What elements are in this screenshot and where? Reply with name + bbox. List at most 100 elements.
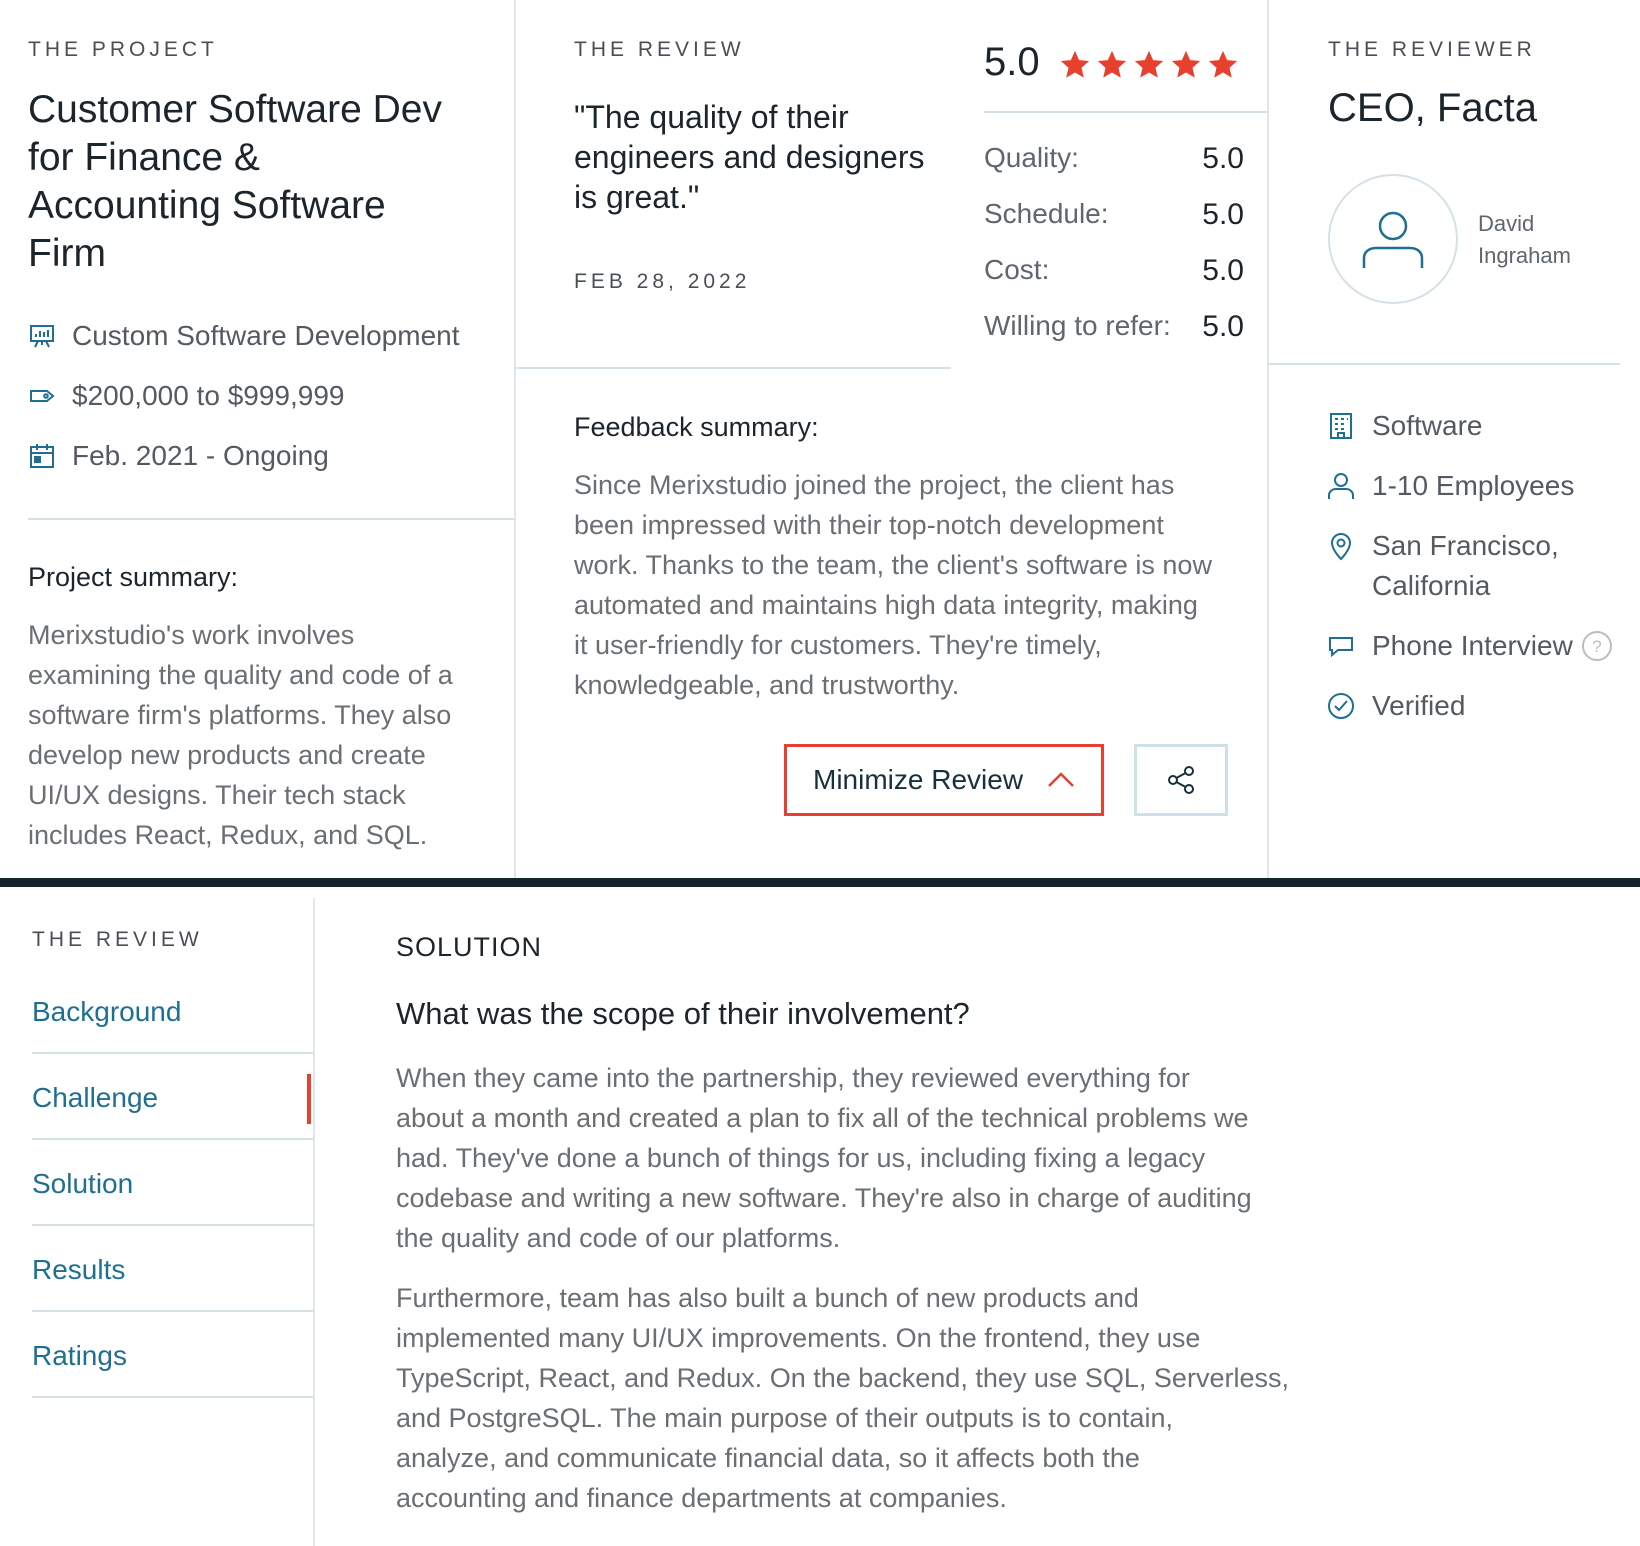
separator [32,1310,314,1312]
answer-line: and PostgreSQL. The main purpose of thei… [396,1398,1296,1438]
nav-item-results[interactable]: Results [32,1254,125,1286]
price-tag-icon [28,382,56,410]
project-budget: $200,000 to $999,999 [28,380,344,412]
feedback-summary-text: Since Merixstudio joined the project, th… [574,465,1244,705]
location-line: California [1372,566,1559,606]
avatar [1328,174,1458,304]
calendar-icon [28,442,56,470]
project-summary-text: Merixstudio's work involves examining th… [28,615,508,855]
star-icon [1206,48,1240,82]
location-pin-icon [1326,531,1356,561]
answer-line: When they came into the partnership, the… [396,1058,1296,1098]
separator [1267,363,1620,365]
project-title: Customer Software Dev for Finance & Acco… [28,86,498,278]
column-divider [1267,0,1269,878]
solution-question: What was the scope of their involvement? [396,996,970,1032]
reviewer-interview-type: Phone Interview ? [1326,626,1626,686]
rating-row-quality: Quality: 5.0 [984,142,1244,198]
rating-label: Schedule: [984,198,1109,254]
rating-label: Cost: [984,254,1049,310]
separator [32,1138,314,1140]
quote-line: is great." [574,177,944,217]
verified-check-icon [1326,691,1356,721]
building-icon [1326,411,1356,441]
reviewer-size-label: 1-10 Employees [1372,466,1574,506]
help-icon[interactable]: ? [1581,630,1613,662]
separator [32,1052,314,1054]
feedback-line: work. Thanks to the team, the client's s… [574,545,1244,585]
project-service-label: Custom Software Development [72,320,460,352]
nav-item-background[interactable]: Background [32,996,181,1028]
star-icon [1132,48,1166,82]
chevron-up-icon [1047,771,1075,789]
reviewer-name: David Ingraham [1478,208,1571,272]
reviewer-eyebrow: THE REVIEWER [1328,38,1536,62]
answer-line: the quality and code of our platforms. [396,1218,1296,1258]
reviewer-title: CEO, Facta [1328,86,1537,131]
review-quote: "The quality of their engineers and desi… [574,97,944,217]
solution-answer-paragraph-2: Furthermore, team has also built a bunch… [396,1278,1296,1518]
summary-line: examining the quality and code of a [28,655,508,695]
review-date: FEB 28, 2022 [574,270,750,294]
column-divider [514,0,516,878]
reviewer-industry-label: Software [1372,406,1483,446]
reviewer-location-label: San Francisco, California [1372,526,1559,606]
person-icon [1326,471,1356,501]
rating-row-schedule: Schedule: 5.0 [984,198,1244,254]
answer-line: TypeScript, React, and Redux. On the bac… [396,1358,1296,1398]
svg-text:?: ? [1592,637,1601,656]
nav-item-solution[interactable]: Solution [32,1168,133,1200]
review-eyebrow: THE REVIEW [574,38,745,62]
feedback-line: Since Merixstudio joined the project, th… [574,465,1244,505]
location-line: San Francisco, [1372,526,1559,566]
feedback-summary-heading: Feedback summary: [574,412,819,443]
project-summary-heading: Project summary: [28,562,238,593]
feedback-line: it user-friendly for customers. They're … [574,625,1244,665]
star-icon [1058,48,1092,82]
reviewer-info-list: Software 1-10 Employees San Francisco, C… [1326,406,1626,746]
answer-line: about a month and created a plan to fix … [396,1098,1296,1138]
rating-row-cost: Cost: 5.0 [984,254,1244,310]
separator [984,111,1267,113]
share-button[interactable] [1134,744,1228,816]
rating-label: Quality: [984,142,1079,198]
star-icon [1169,48,1203,82]
minimize-review-label: Minimize Review [813,764,1023,796]
answer-line: implemented many UI/UX improvements. On … [396,1318,1296,1358]
review-nav-eyebrow: THE REVIEW [32,928,203,952]
minimize-review-button[interactable]: Minimize Review [784,744,1104,816]
presentation-chart-icon [28,322,56,350]
project-title-line: Customer Software Dev [28,86,498,134]
reviewer-industry: Software [1326,406,1626,466]
project-title-line: for Finance & [28,134,498,182]
user-icon [1360,206,1426,272]
nav-item-ratings[interactable]: Ratings [32,1340,127,1372]
feedback-line: knowledgeable, and trustworthy. [574,665,1244,705]
project-title-line: Firm [28,230,498,278]
ratings-list: Quality: 5.0 Schedule: 5.0 Cost: 5.0 Wil… [984,142,1244,366]
review-card: THE PROJECT Customer Software Dev for Fi… [0,0,1640,878]
rating-value: 5.0 [1202,198,1244,254]
answer-line: Furthermore, team has also built a bunch… [396,1278,1296,1318]
star-rating [1058,48,1240,82]
reviewer-company-size: 1-10 Employees [1326,466,1626,526]
answer-line: codebase and writing a new software. The… [396,1178,1296,1218]
nav-divider [313,898,315,1546]
separator [28,518,514,520]
project-service: Custom Software Development [28,320,460,352]
solution-answer-paragraph-1: When they came into the partnership, the… [396,1058,1296,1258]
answer-line: had. They've done a bunch of things for … [396,1138,1296,1178]
summary-line: develop new products and create [28,735,508,775]
share-icon [1165,764,1197,796]
answer-line: accounting and finance departments at co… [396,1478,1296,1518]
nav-item-challenge[interactable]: Challenge [32,1082,158,1114]
reviewer-name-line: David [1478,208,1571,240]
feedback-line: automated and maintains high data integr… [574,585,1244,625]
separator [32,1396,314,1398]
project-budget-label: $200,000 to $999,999 [72,380,344,412]
summary-line: software firm's platforms. They also [28,695,508,735]
separator [514,367,951,369]
project-timeline: Feb. 2021 - Ongoing [28,440,329,472]
quote-line: "The quality of their [574,97,944,137]
reviewer-location: San Francisco, California [1326,526,1626,626]
